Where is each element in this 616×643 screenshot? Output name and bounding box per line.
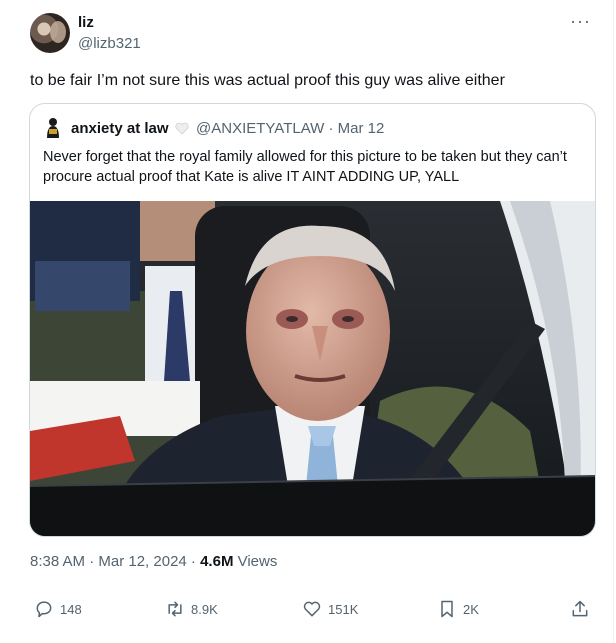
repost-count: 8.9K <box>191 601 218 617</box>
share-icon <box>572 600 588 617</box>
quoted-photo[interactable] <box>30 201 596 537</box>
action-bar: 148 8.9K 151K 2K <box>30 597 590 623</box>
author-handle[interactable]: @lizb321 <box>78 35 141 52</box>
quoted-author-handle[interactable]: @ANXIETYATLAW · Mar 12 <box>196 120 384 137</box>
tweet-meta: 8:38 AM · Mar 12, 2024 · 4.6M Views <box>30 553 277 570</box>
tweet-card: liz @lizb321 ··· to be fair I’m not sure… <box>0 0 614 643</box>
share-button[interactable] <box>570 599 590 619</box>
quoted-tweet[interactable]: anxiety at law @ANXIETYATLAW · Mar 12 Ne… <box>29 103 596 537</box>
views-label: Views <box>233 553 278 570</box>
tweet-text: to be fair I’m not sure this was actual … <box>30 72 505 89</box>
quoted-text: Never forget that the royal family allow… <box>43 149 567 185</box>
avatar[interactable] <box>30 13 70 53</box>
more-options-button[interactable]: ··· <box>570 12 591 30</box>
timestamp[interactable]: 8:38 AM · Mar 12, 2024 · <box>30 553 200 570</box>
views-count: 4.6M <box>200 553 234 570</box>
repost-button[interactable]: 8.9K <box>165 599 218 619</box>
bookmark-button[interactable]: 2K <box>437 599 479 619</box>
quoted-avatar[interactable] <box>43 117 63 139</box>
quoted-author-name[interactable]: anxiety at law <box>71 120 169 137</box>
reply-count: 148 <box>60 601 82 617</box>
like-button[interactable]: 151K <box>302 599 358 619</box>
repost-icon <box>168 601 182 617</box>
reply-button[interactable]: 148 <box>34 599 82 619</box>
bookmark-count: 2K <box>463 601 479 617</box>
bookmark-icon <box>441 600 453 618</box>
reply-icon <box>36 601 52 618</box>
author-name[interactable]: liz <box>78 14 94 31</box>
white-heart-icon <box>175 122 189 135</box>
like-count: 151K <box>328 601 359 617</box>
like-icon <box>303 601 321 617</box>
